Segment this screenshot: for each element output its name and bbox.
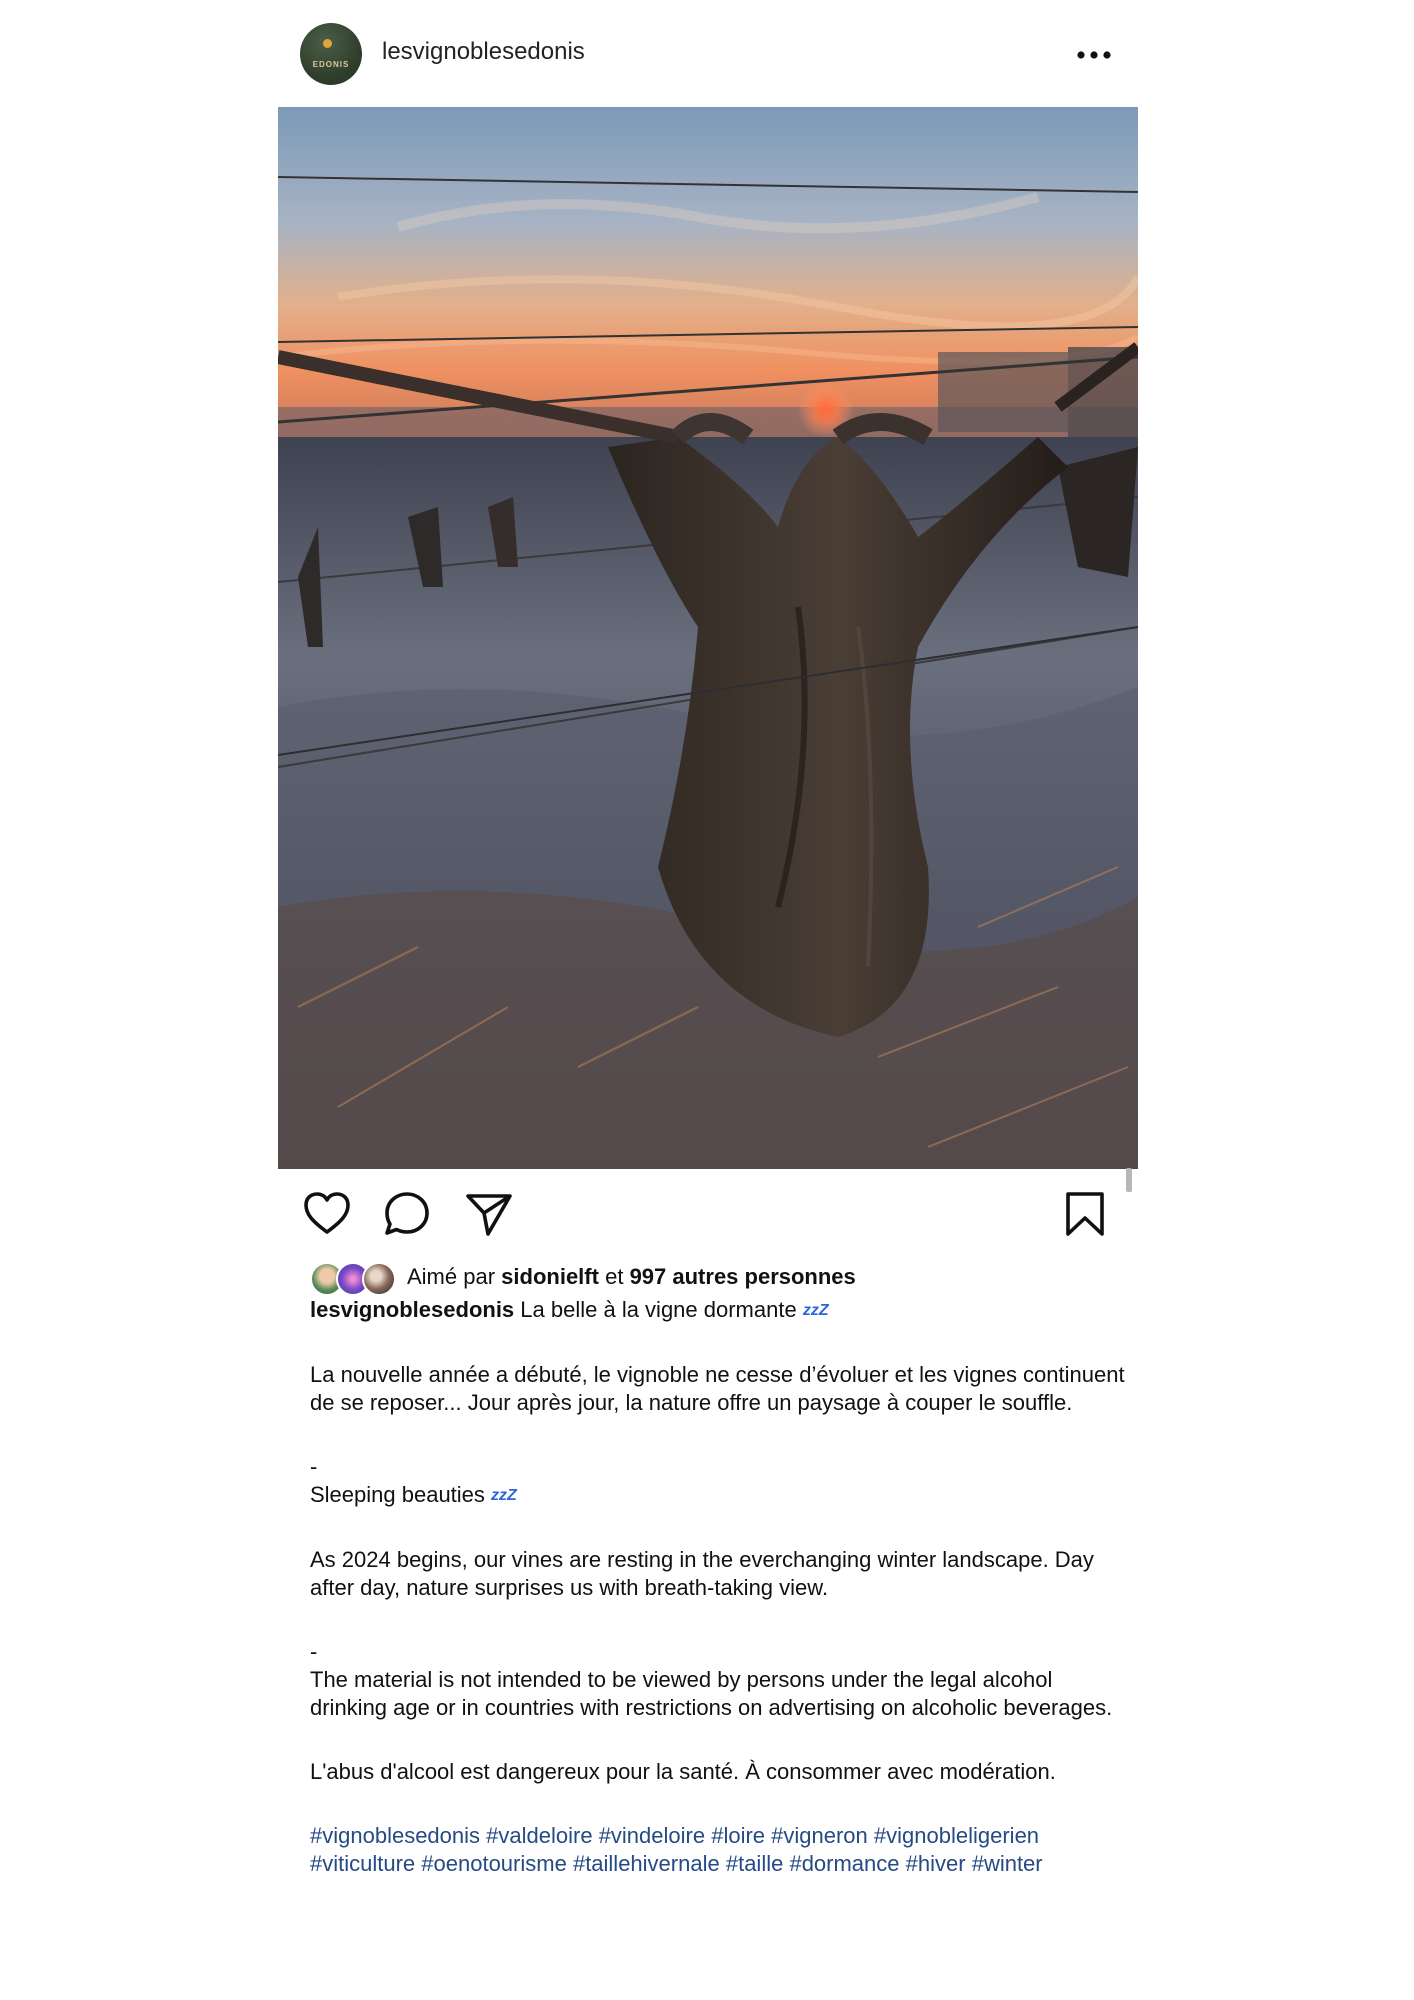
caption-en-title: Sleeping beauties <box>310 1482 485 1507</box>
comment-icon[interactable] <box>382 1189 432 1239</box>
caption-separator: - <box>310 1454 318 1479</box>
caption-username[interactable]: lesvignoblesedonis <box>310 1297 514 1322</box>
caption-paragraph-fr: La nouvelle année a débuté, le vignoble … <box>310 1362 1125 1415</box>
likes-summary: Aimé par sidonielft et 997 autres person… <box>407 1264 856 1290</box>
likes-count-link[interactable]: 997 autres personnes <box>630 1264 856 1289</box>
account-avatar[interactable]: EDONIS <box>300 23 362 85</box>
hashtag-link[interactable]: #winter <box>972 1851 1043 1876</box>
hashtag-link[interactable]: #taille <box>726 1851 783 1876</box>
caption-disclaimer-fr: L'abus d'alcool est dangereux pour la sa… <box>310 1759 1056 1784</box>
vineyard-sunrise-image <box>278 107 1138 1169</box>
hashtag-link[interactable]: #loire <box>711 1823 765 1848</box>
logo-dot <box>323 39 332 48</box>
liker-avatar[interactable] <box>362 1262 396 1296</box>
hashtag-link[interactable]: #taillehivernale <box>573 1851 720 1876</box>
zzz-emoji: zzZ <box>802 1302 829 1319</box>
hashtag-list: #vignoblesedonis #valdeloire #vindeloire… <box>310 1822 1130 1878</box>
hashtag-link[interactable]: #valdeloire <box>486 1823 592 1848</box>
hashtag-link[interactable]: #vignobleligerien <box>874 1823 1039 1848</box>
post-caption: lesvignoblesedonis La belle à la vigne d… <box>310 1296 1130 1878</box>
send-icon[interactable] <box>464 1189 514 1239</box>
likes-row: Aimé par sidonielft et 997 autres person… <box>310 1258 1130 1296</box>
avatar-logo-text: EDONIS <box>312 60 350 69</box>
hashtag-link[interactable]: #vigneron <box>771 1823 868 1848</box>
caption-disclaimer-en: The material is not intended to be viewe… <box>310 1667 1113 1720</box>
hashtag-link[interactable]: #vignoblesedonis <box>310 1823 480 1848</box>
caption-paragraph-en: As 2024 begins, our vines are resting in… <box>310 1547 1094 1600</box>
caption-title: La belle à la vigne dormante <box>520 1297 797 1322</box>
account-username[interactable]: lesvignoblesedonis <box>382 38 585 66</box>
bookmark-icon[interactable] <box>1060 1189 1110 1239</box>
hashtag-link[interactable]: #dormance <box>789 1851 899 1876</box>
more-horizontal-icon[interactable] <box>1076 50 1112 60</box>
zzz-emoji: zzZ <box>491 1487 517 1504</box>
hashtag-link[interactable]: #hiver <box>906 1851 966 1876</box>
likes-prefix: Aimé par <box>407 1264 496 1289</box>
hashtag-link[interactable]: #oenotourisme <box>421 1851 567 1876</box>
heart-icon[interactable] <box>302 1189 352 1239</box>
hashtag-link[interactable]: #viticulture <box>310 1851 415 1876</box>
post-photo[interactable] <box>278 107 1138 1169</box>
caption-separator: - <box>310 1639 318 1664</box>
hashtag-link[interactable]: #vindeloire <box>599 1823 705 1848</box>
post-header: EDONIS lesvignoblesedonis <box>278 20 1138 90</box>
action-bar <box>278 1185 1138 1245</box>
likes-connector: et <box>605 1264 624 1289</box>
first-liker-link[interactable]: sidonielft <box>501 1264 599 1289</box>
